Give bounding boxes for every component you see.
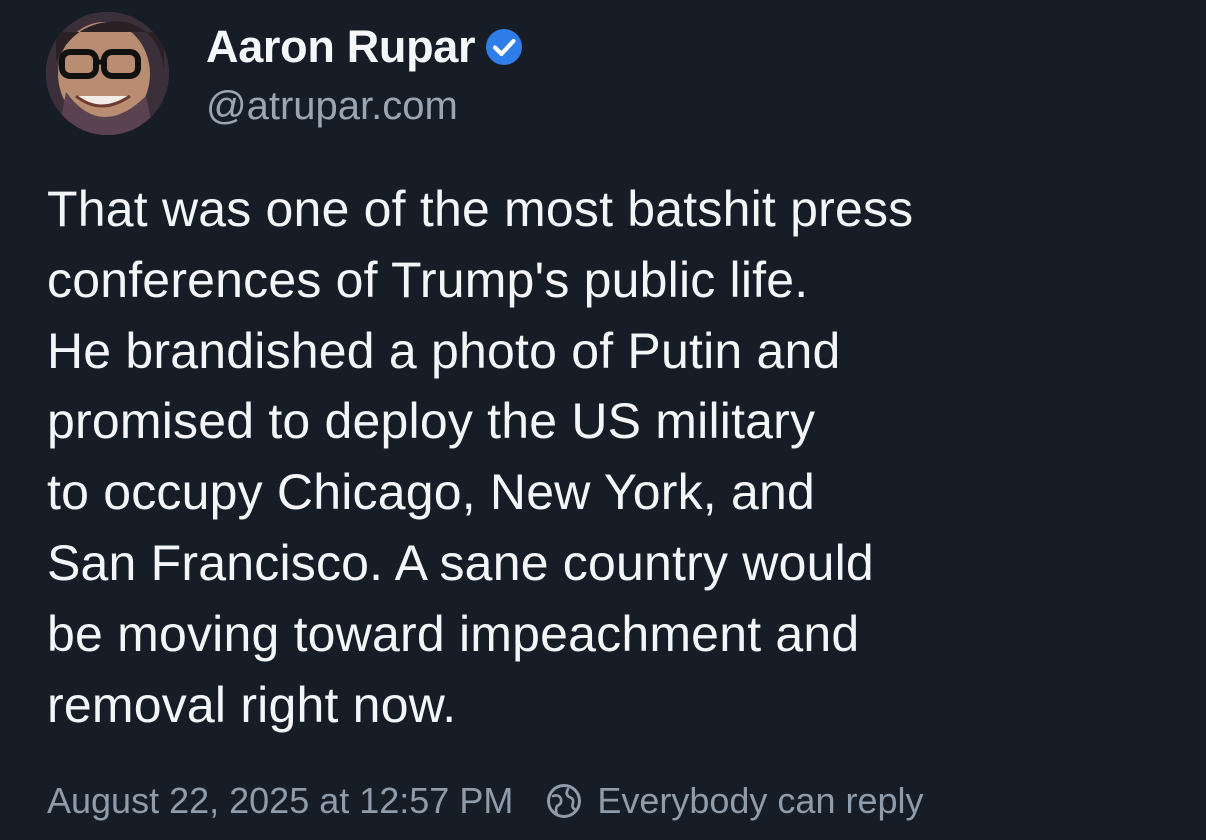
post-text-line: removal right now. bbox=[47, 676, 457, 733]
author-row: Aaron Rupar bbox=[206, 20, 524, 74]
post-text-line: He brandished a photo of Putin and bbox=[47, 322, 841, 379]
verified-check-icon bbox=[486, 29, 523, 65]
post-text-line: be moving toward impeachment and bbox=[47, 605, 860, 662]
post-meta: August 22, 2025 at 12:57 PM Everybody ca… bbox=[47, 776, 924, 826]
avatar[interactable] bbox=[46, 12, 169, 135]
post-timestamp[interactable]: August 22, 2025 at 12:57 PM bbox=[47, 780, 513, 822]
globe-icon bbox=[547, 784, 582, 818]
reply-setting-label: Everybody can reply bbox=[597, 780, 924, 821]
post-text-line: That was one of the most batshit press bbox=[47, 181, 914, 237]
post-text-line: to occupy Chicago, New York, and bbox=[47, 464, 815, 521]
post-text-line: promised to deploy the US military bbox=[47, 393, 816, 450]
avatar-image bbox=[46, 12, 169, 135]
post-text-line: San Francisco. A sane country would bbox=[47, 534, 874, 591]
reply-setting[interactable]: Everybody can reply bbox=[545, 780, 924, 822]
post-text: That was one of the most batshit press c… bbox=[47, 174, 1177, 740]
author-name[interactable]: Aaron Rupar bbox=[206, 21, 476, 73]
author-handle[interactable]: @atrupar.com bbox=[206, 84, 458, 129]
post-text-line: conferences of Trump's public life. bbox=[47, 251, 809, 308]
post-card: Aaron Rupar @atrupar.com That was one of… bbox=[0, 0, 1206, 840]
